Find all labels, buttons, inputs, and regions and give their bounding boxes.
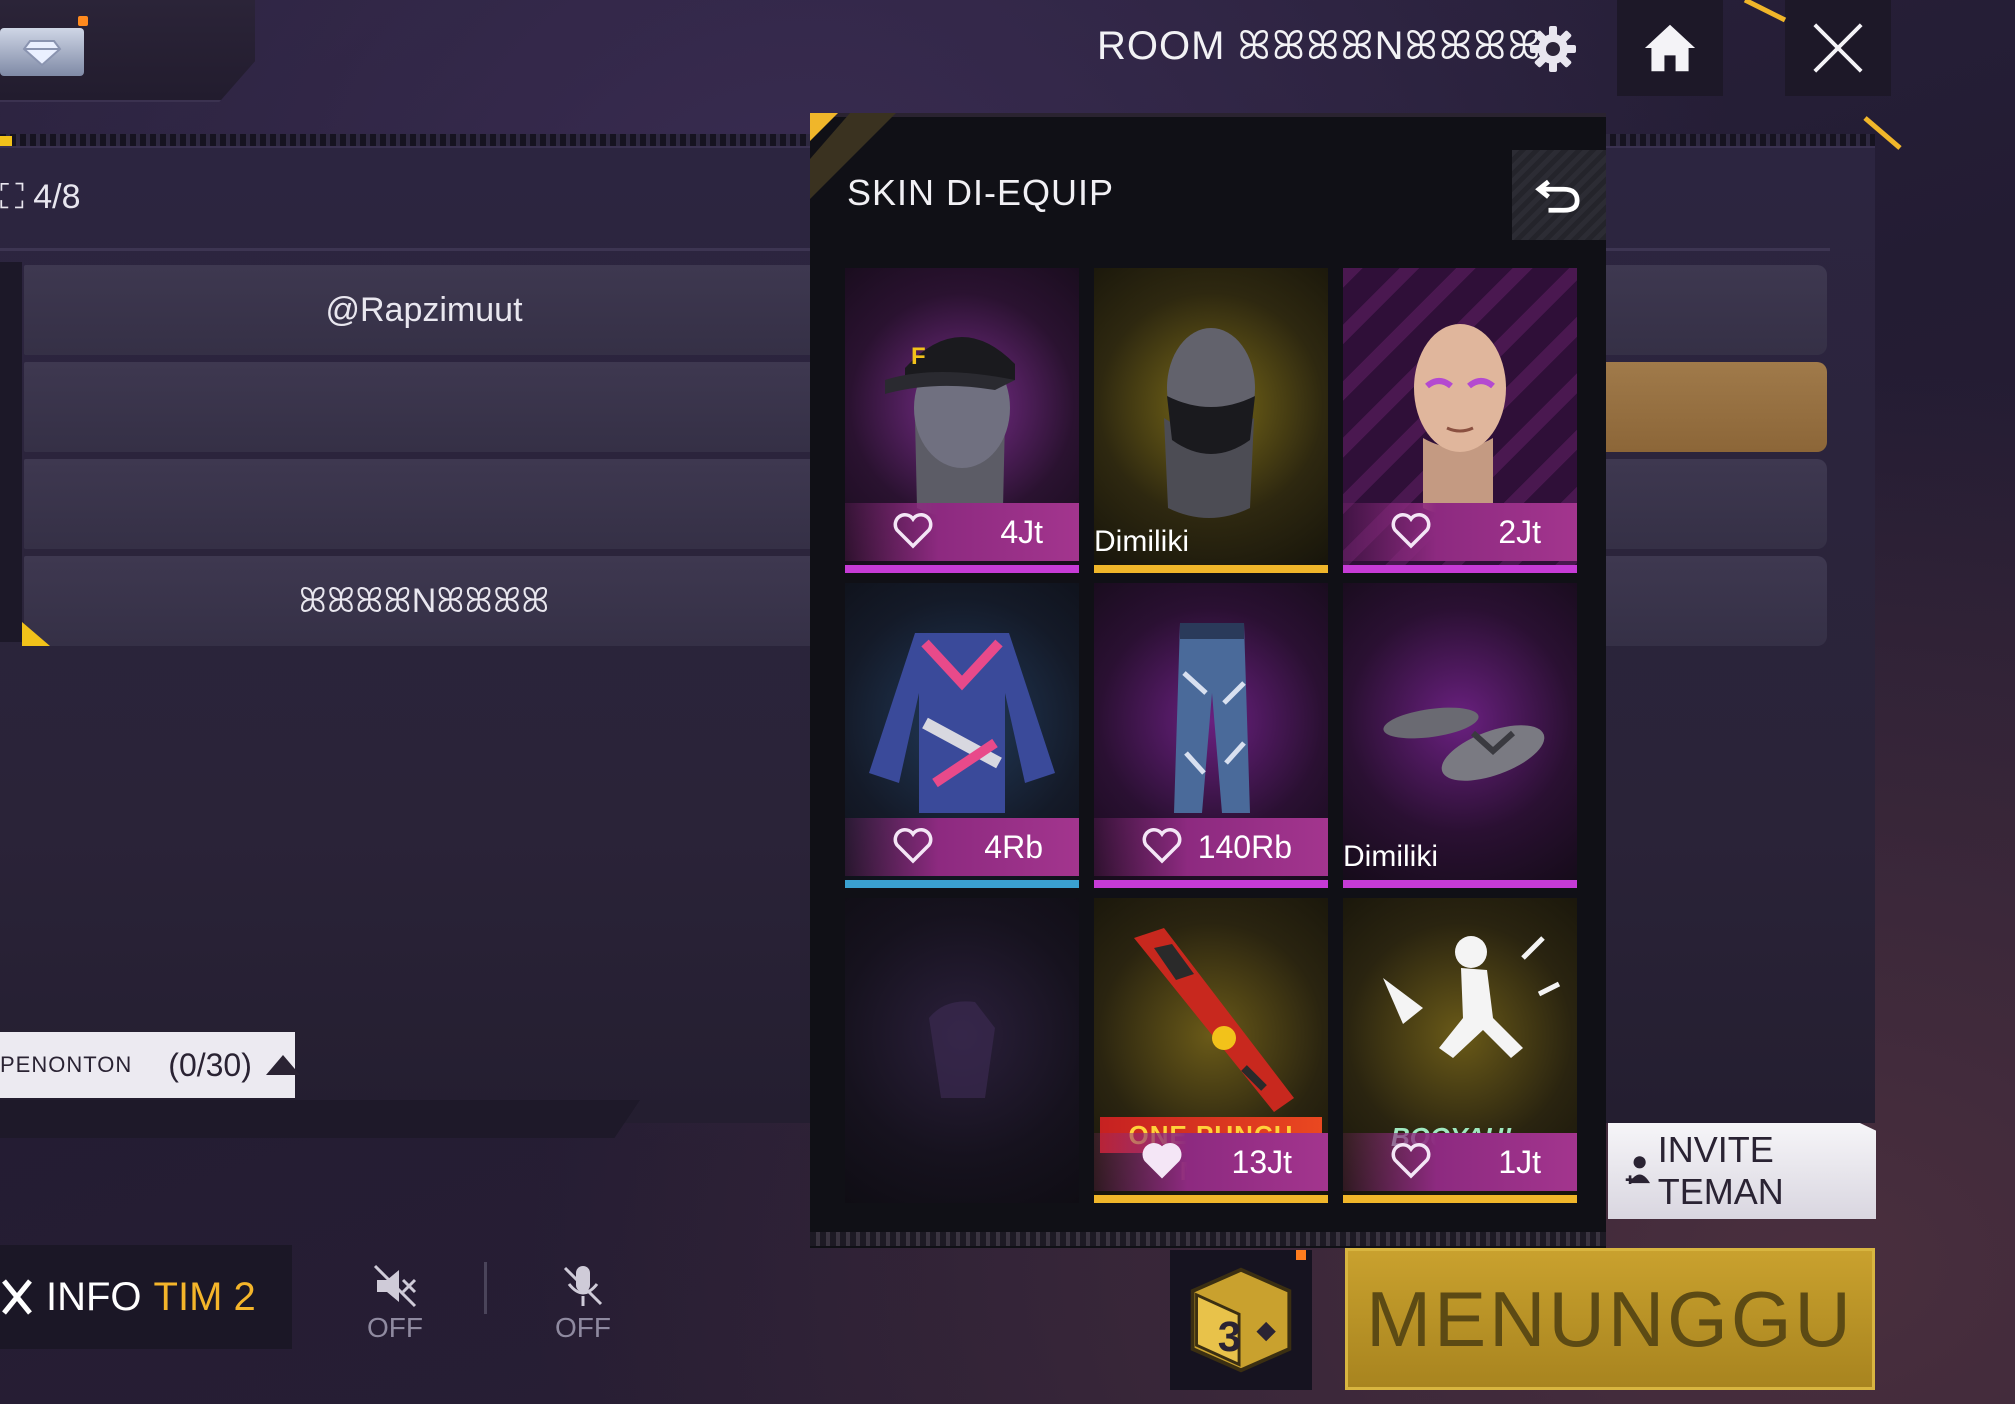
room-title: ROOM ꕤꕤꕤꕤNꕤꕤꕤꕤ bbox=[1097, 24, 1542, 68]
likes-band: 4Rb bbox=[845, 818, 1079, 876]
heart-icon[interactable] bbox=[1391, 513, 1431, 549]
likes-band: 13Jt bbox=[1094, 1133, 1328, 1191]
skin-tile-hat[interactable]: F 4Jt bbox=[845, 268, 1079, 573]
rarity-bar bbox=[1094, 1195, 1328, 1203]
speaker-toggle[interactable]: OFF bbox=[355, 1262, 435, 1344]
skin-tile-pants[interactable]: 140Rb bbox=[1094, 583, 1328, 888]
rarity-bar bbox=[1343, 1195, 1577, 1203]
popup-title: SKIN DI-EQUIP bbox=[847, 172, 1115, 213]
likes-count: 1Jt bbox=[1498, 1143, 1541, 1180]
home-icon bbox=[1644, 24, 1696, 72]
team-info-team: TIM 2 bbox=[153, 1274, 256, 1319]
back-button[interactable] bbox=[1512, 150, 1606, 240]
heart-icon[interactable] bbox=[1142, 828, 1182, 864]
heart-icon[interactable] bbox=[1142, 1143, 1182, 1179]
dice-number: 3 bbox=[1218, 1313, 1242, 1361]
skin-tile-mask[interactable]: Dimiliki bbox=[1094, 268, 1328, 573]
empty-slot-icon bbox=[929, 1001, 995, 1098]
chevron-up-icon bbox=[265, 1055, 300, 1075]
likes-count: 140Rb bbox=[1197, 828, 1292, 865]
team-side-bar bbox=[0, 262, 22, 642]
corner-decoration bbox=[1743, 0, 1902, 150]
speaker-muted-icon bbox=[373, 1264, 417, 1308]
skin-tile-empty[interactable] bbox=[845, 898, 1079, 1203]
team-info-label: INFO bbox=[46, 1274, 142, 1319]
team-info-button[interactable]: INFO TIM 2 bbox=[0, 1245, 292, 1349]
likes-band: 140Rb bbox=[1094, 818, 1328, 876]
undo-arrow-icon bbox=[1535, 179, 1580, 213]
skin-tile-emote[interactable]: BOOYAH! 1Jt bbox=[1343, 898, 1577, 1203]
gear-icon[interactable] bbox=[1528, 24, 1578, 74]
owned-label: Dimiliki bbox=[1343, 840, 1438, 873]
player-slot-4[interactable]: ꕤꕤꕤꕤNꕤꕤꕤꕤ bbox=[24, 556, 824, 646]
player-count-value: 4/8 bbox=[33, 178, 81, 216]
mic-state: OFF bbox=[555, 1312, 611, 1343]
home-button[interactable] bbox=[1617, 0, 1723, 96]
invite-friends-button[interactable]: INVITE TEMAN bbox=[1608, 1123, 1876, 1219]
rarity-bar bbox=[845, 880, 1079, 888]
skin-tile-weapon[interactable]: ONE PUNCH MAN 13Jt bbox=[1094, 898, 1328, 1203]
slot-selection-marker bbox=[22, 622, 50, 646]
likes-band: 2Jt bbox=[1343, 503, 1577, 561]
likes-count: 2Jt bbox=[1498, 513, 1541, 550]
likes-band: 4Jt bbox=[845, 503, 1079, 561]
svg-text:F: F bbox=[911, 343, 926, 370]
popup-bottom-border bbox=[810, 1232, 1606, 1246]
mic-muted-icon bbox=[563, 1266, 603, 1306]
heart-icon[interactable] bbox=[893, 513, 933, 549]
panel-footer-strip bbox=[0, 1100, 640, 1138]
notification-dot bbox=[78, 16, 88, 26]
team-swap-icon bbox=[2, 1279, 32, 1315]
player-slot-2[interactable] bbox=[24, 362, 824, 452]
add-user-icon bbox=[1625, 1156, 1651, 1185]
team2-slot-2[interactable] bbox=[1605, 362, 1827, 452]
spectator-count: (0/30) bbox=[168, 1046, 252, 1083]
likes-count: 13Jt bbox=[1231, 1143, 1292, 1180]
spectator-toggle[interactable]: PENONTON (0/30) bbox=[0, 1032, 300, 1098]
speaker-state: OFF bbox=[367, 1312, 423, 1343]
sandals-icon bbox=[1383, 707, 1545, 781]
skin-tile-jacket[interactable]: 4Rb bbox=[845, 583, 1079, 888]
heart-icon[interactable] bbox=[1391, 1143, 1431, 1179]
spectator-label: PENONTON bbox=[0, 1052, 133, 1077]
rarity-bar bbox=[845, 565, 1079, 573]
notification-dot bbox=[1296, 1250, 1306, 1260]
rarity-bar bbox=[1343, 880, 1577, 888]
ready-button[interactable]: MENUNGGU bbox=[1345, 1248, 1875, 1390]
team2-slot-3[interactable] bbox=[1605, 459, 1827, 549]
team2-slot-1[interactable] bbox=[1605, 265, 1827, 355]
heart-icon[interactable] bbox=[893, 828, 933, 864]
likes-count: 4Rb bbox=[984, 828, 1043, 865]
team2-slot-4[interactable] bbox=[1605, 556, 1827, 646]
owned-label: Dimiliki bbox=[1094, 525, 1189, 558]
rarity-bar bbox=[1094, 565, 1328, 573]
dice-button[interactable]: 3 bbox=[1170, 1250, 1312, 1390]
player-slot-1[interactable]: @Rapzimuut bbox=[24, 265, 824, 355]
likes-count: 4Jt bbox=[1000, 513, 1043, 550]
accent-marker bbox=[0, 136, 12, 146]
diamond-icon[interactable] bbox=[0, 28, 84, 76]
mic-toggle[interactable]: OFF bbox=[543, 1262, 623, 1344]
player-slot-3[interactable] bbox=[24, 459, 824, 549]
skin-tile-face[interactable]: 2Jt bbox=[1343, 268, 1577, 573]
invite-label: INVITE TEMAN bbox=[1657, 1129, 1784, 1212]
toggle-divider bbox=[484, 1262, 487, 1314]
skin-tile-shoes[interactable]: Dimiliki bbox=[1343, 583, 1577, 888]
rarity-bar bbox=[1343, 565, 1577, 573]
mask-icon bbox=[1164, 328, 1255, 518]
dice-icon: 3 bbox=[1190, 1267, 1292, 1373]
likes-band: 1Jt bbox=[1343, 1133, 1577, 1191]
player-count: ⛶ 4/8 bbox=[0, 178, 81, 216]
rarity-bar bbox=[1094, 880, 1328, 888]
